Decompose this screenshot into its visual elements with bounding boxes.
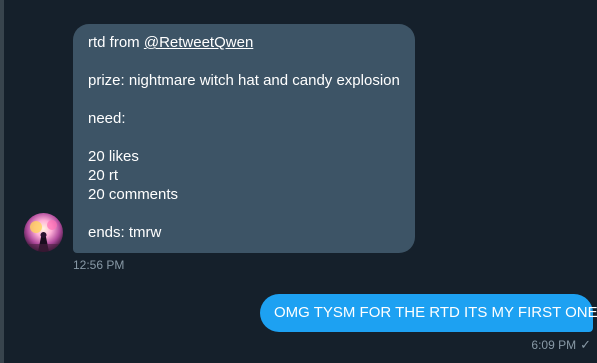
message-line-prize: prize: nightmare witch hat and candy exp… bbox=[88, 72, 400, 89]
message-line-ends: ends: tmrw bbox=[88, 224, 162, 241]
avatar-image bbox=[24, 213, 63, 252]
sender-avatar[interactable] bbox=[24, 213, 63, 252]
message-line-comments: 20 comments bbox=[88, 186, 179, 203]
message-line-rt: 20 rt bbox=[88, 167, 119, 184]
message-line-need: need: bbox=[88, 110, 126, 127]
incoming-message-bubble[interactable]: rtd from @RetweetQwen prize: nightmare w… bbox=[73, 24, 415, 253]
message-text: rtd from bbox=[88, 34, 144, 51]
outgoing-meta: 6:09 PM ✓ bbox=[531, 337, 591, 353]
message-line-likes: 20 likes bbox=[88, 148, 139, 165]
outgoing-timestamp: 6:09 PM bbox=[531, 338, 577, 352]
message-line-source: rtd from @RetweetQwen bbox=[88, 33, 400, 52]
outgoing-message-bubble[interactable]: OMG TYSM FOR THE RTD ITS MY FIRST ONE!! bbox=[260, 294, 597, 332]
checkmark-icon: ✓ bbox=[580, 337, 591, 352]
mention-link[interactable]: @RetweetQwen bbox=[144, 34, 253, 51]
panel-divider bbox=[0, 0, 4, 363]
incoming-timestamp: 12:56 PM bbox=[73, 258, 125, 272]
